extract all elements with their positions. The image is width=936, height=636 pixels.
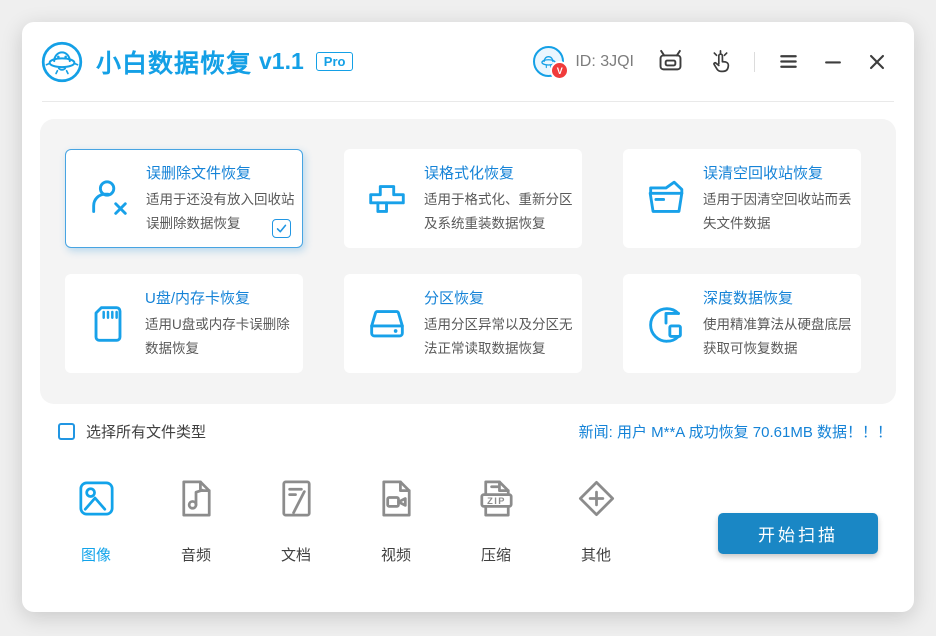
filetype-label: 其他 <box>580 547 611 564</box>
recovery-modes-panel: 误删除文件恢复 适用于还没有放入回收站误删除数据恢复 误格式化恢复 适用于格式化… <box>40 119 896 404</box>
filetype-image[interactable]: 图像 <box>72 475 120 565</box>
filetype-label: 文档 <box>280 547 311 564</box>
video-file-icon <box>373 475 420 522</box>
filetype-video[interactable]: 视频 <box>372 475 420 565</box>
card-title: 误清空回收站恢复 <box>703 164 824 182</box>
hard-drive-icon <box>364 301 410 347</box>
titlebar-separator <box>42 101 894 102</box>
card-title: 分区恢复 <box>424 289 485 307</box>
news-ticker: 新闻: 用户 M**A 成功恢复 70.61MB 数据！！！ <box>578 424 892 441</box>
card-description: 适用U盘或内存卡误删除数据恢复 <box>145 316 290 356</box>
app-version: v1.1 <box>259 48 304 74</box>
minimize-icon[interactable] <box>822 51 844 73</box>
card-usb-sdcard-recovery[interactable]: U盘/内存卡恢复 适用U盘或内存卡误删除数据恢复 <box>65 274 303 373</box>
image-file-icon <box>73 475 120 522</box>
card-recycle-bin-recovery[interactable]: 误清空回收站恢复 适用于因清空回收站而丢失文件数据 <box>623 149 861 248</box>
card-format-recovery[interactable]: 误格式化恢复 适用于格式化、重新分区及系统重装数据恢复 <box>344 149 582 248</box>
pro-badge: Pro <box>315 52 354 71</box>
card-title: U盘/内存卡恢复 <box>145 289 251 307</box>
sd-card-icon <box>85 301 131 347</box>
filetype-archive[interactable]: ZIP 压缩 <box>472 475 520 565</box>
filetype-label: 压缩 <box>480 547 511 564</box>
card-description: 适用于格式化、重新分区及系统重装数据恢复 <box>424 191 573 231</box>
title-bar: 小白数据恢复 v1.1 Pro V ID: 3JQI <box>22 22 914 101</box>
filetype-other[interactable]: 其他 <box>572 475 620 565</box>
card-title: 深度数据恢复 <box>703 289 794 307</box>
card-description: 使用精准算法从硬盘底层获取可恢复数据 <box>703 316 852 356</box>
document-file-icon <box>273 475 320 522</box>
card-partition-recovery[interactable]: 分区恢复 适用分区异常以及分区无法正常读取数据恢复 <box>344 274 582 373</box>
user-avatar[interactable]: V <box>533 46 570 80</box>
menu-hamburger-icon[interactable] <box>777 50 800 73</box>
vip-badge: V <box>550 61 570 80</box>
zip-file-icon: ZIP <box>473 475 520 522</box>
card-title: 误删除文件恢复 <box>146 164 252 182</box>
app-logo-mascot-icon <box>40 40 84 84</box>
titlebar-divider <box>754 51 755 72</box>
app-title: 小白数据恢复 <box>96 49 253 78</box>
options-row: 选择所有文件类型 新闻: 用户 M**A 成功恢复 70.61MB 数据！！！ <box>58 421 892 442</box>
filetype-document[interactable]: 文档 <box>272 475 320 565</box>
card-title: 误格式化恢复 <box>424 164 515 182</box>
format-brush-icon <box>364 176 410 222</box>
filetype-label: 图像 <box>80 547 111 564</box>
audio-file-icon <box>173 475 220 522</box>
recycle-bin-icon <box>643 176 689 222</box>
filetype-audio[interactable]: 音频 <box>172 475 220 565</box>
card-deep-recovery[interactable]: 深度数据恢复 使用精准算法从硬盘底层获取可恢复数据 <box>623 274 861 373</box>
select-all-checkbox[interactable] <box>58 423 75 440</box>
robot-assistant-icon[interactable] <box>656 47 685 76</box>
user-id-label: ID: 3JQI <box>575 52 634 70</box>
svg-text:ZIP: ZIP <box>487 496 506 506</box>
other-file-icon <box>573 475 620 522</box>
start-scan-button[interactable]: 开始扫描 <box>718 513 878 554</box>
card-description: 适用分区异常以及分区无法正常读取数据恢复 <box>424 316 573 356</box>
card-deleted-file-recovery[interactable]: 误删除文件恢复 适用于还没有放入回收站误删除数据恢复 <box>65 149 303 248</box>
select-all-label: 选择所有文件类型 <box>86 424 207 441</box>
close-icon[interactable] <box>866 51 888 73</box>
card-checkbox-checked[interactable] <box>272 219 291 238</box>
user-delete-icon <box>86 176 132 222</box>
touch-click-icon[interactable] <box>707 48 734 75</box>
app-window: 小白数据恢复 v1.1 Pro V ID: 3JQI 误删除文件恢复 适用于还没… <box>22 22 914 612</box>
deep-scan-icon <box>643 301 689 347</box>
card-description: 适用于因清空回收站而丢失文件数据 <box>703 191 852 231</box>
filetype-label: 音频 <box>180 547 211 564</box>
filetype-label: 视频 <box>380 547 411 564</box>
